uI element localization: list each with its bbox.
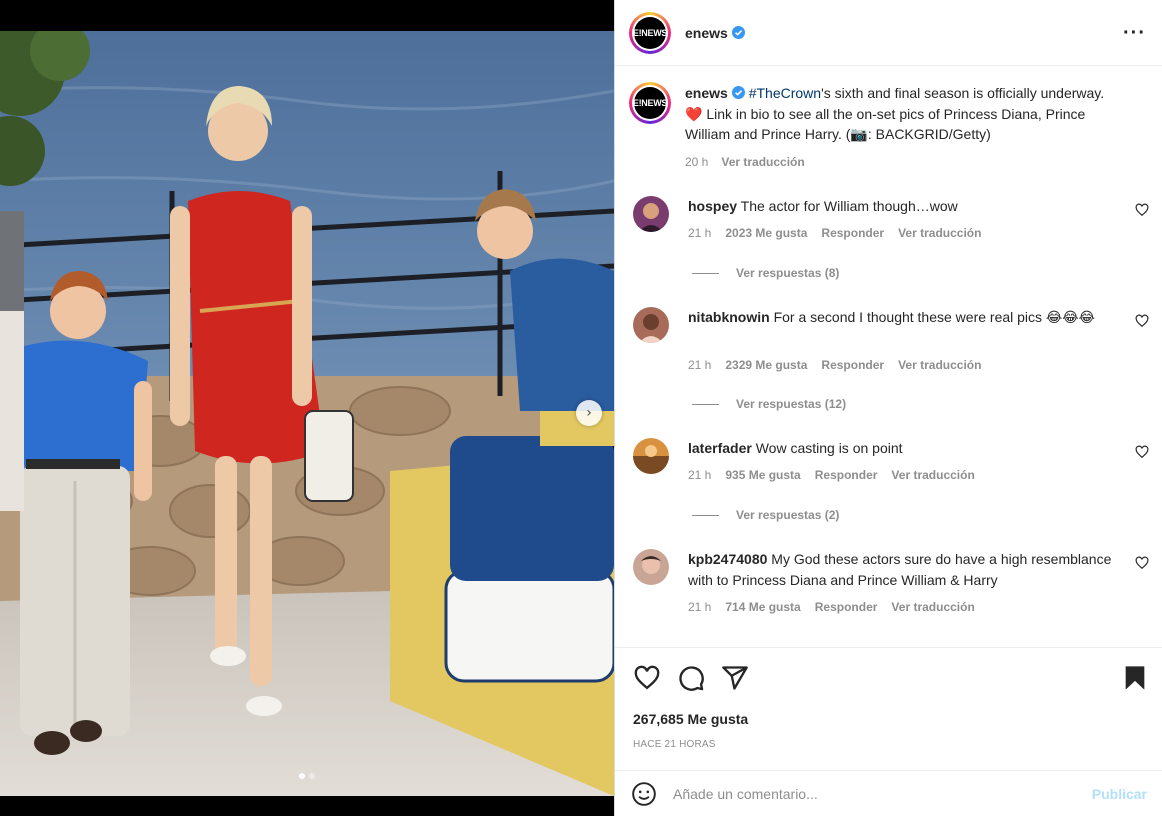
comment-like-heart-icon[interactable] [1135,203,1149,217]
translate-link[interactable]: Ver traducción [898,358,981,372]
comment-time: 21 h [688,226,712,240]
translate-link[interactable]: Ver traducción [898,226,981,240]
add-comment-bar: Publicar [615,770,1162,816]
commenter-avatar[interactable] [633,307,669,343]
comment-text: Wow casting is on point [755,440,903,456]
view-replies-label: Ver respuestas (2) [736,508,840,522]
publish-button[interactable]: Publicar [1092,786,1147,802]
caption-meta: 20 h Ver traducción [685,155,1115,169]
reply-button[interactable]: Responder [821,358,884,372]
verified-badge-icon [731,26,745,39]
carousel-dot [309,773,315,779]
comment-text-block: kpb2474080 My God these actors sure do h… [688,549,1128,590]
caption-text-block: enews #TheCrown's sixth and final season… [685,82,1115,145]
post-timestamp: HACE 21 HORAS [633,739,716,750]
carousel-next-button[interactable]: › [576,400,602,426]
caption-username[interactable]: enews [685,85,728,101]
commenter-avatar[interactable] [633,438,669,474]
caption-avatar[interactable]: E!NEWS [629,82,671,124]
caption-hashtag[interactable]: #TheCrown [749,85,821,101]
comment-meta: 21 h 714 Me gusta Responder Ver traducci… [688,600,975,614]
post-photo[interactable] [0,31,614,796]
commenter-avatar[interactable] [633,196,669,232]
account-username[interactable]: enews [685,25,728,41]
reply-button[interactable]: Responder [815,468,878,482]
comment-time: 21 h [688,600,712,614]
comments-section: E!NEWS enews #TheCrown's sixth and final… [615,66,1162,647]
comment-like-heart-icon[interactable] [1135,556,1149,570]
carousel-indicator [0,773,614,779]
carousel-dot-active [299,773,305,779]
enews-logo: E!NEWS [633,16,667,49]
comment-icon[interactable] [677,664,705,692]
comment-input[interactable] [673,785,1073,802]
translate-link[interactable]: Ver traducción [891,600,974,614]
commenter-username[interactable]: hospey [688,198,737,214]
comment-likes[interactable]: 2329 Me gusta [725,358,807,372]
comment-likes[interactable]: 714 Me gusta [725,600,800,614]
emoji-icon[interactable] [631,781,657,807]
reply-button[interactable]: Responder [821,226,884,240]
comment-like-heart-icon[interactable] [1135,445,1149,459]
view-replies-button[interactable]: Ver respuestas (2) [692,508,839,522]
verified-badge-icon [731,86,745,99]
post-actions: 267,685 Me gusta HACE 21 HORAS [615,647,1162,770]
commenter-username[interactable]: laterfader [688,440,752,456]
commenter-avatar[interactable] [633,549,669,585]
comment-likes[interactable]: 2023 Me gusta [725,226,807,240]
enews-logo: E!NEWS [633,87,667,119]
comment-time: 21 h [688,468,712,482]
replies-divider-line [692,272,719,274]
view-replies-label: Ver respuestas (12) [736,397,847,411]
view-replies-button[interactable]: Ver respuestas (12) [692,397,846,411]
comment-meta: 21 h 2329 Me gusta Responder Ver traducc… [688,358,981,372]
more-options-button[interactable]: ··· [1123,23,1146,43]
post-caption: E!NEWS enews #TheCrown's sixth and final… [615,66,1162,169]
comment-text: For a second I thought these were real p… [773,309,1096,325]
likes-count[interactable]: 267,685 Me gusta [633,711,748,727]
share-icon[interactable] [721,664,749,692]
caption-translate-link[interactable]: Ver traducción [721,155,804,169]
comment-meta: 21 h 2023 Me gusta Responder Ver traducc… [688,226,981,240]
comment-text-block: laterfader Wow casting is on point [688,438,1128,459]
photo-illustration [0,31,614,796]
post-media: › [0,0,614,816]
bookmark-icon[interactable] [1121,664,1149,692]
account-avatar[interactable]: E!NEWS [629,11,671,54]
view-replies-label: Ver respuestas (8) [736,266,840,280]
replies-divider-line [692,403,719,405]
commenter-username[interactable]: kpb2474080 [688,551,767,567]
comment-meta: 21 h 935 Me gusta Responder Ver traducci… [688,468,975,482]
caption-time: 20 h [685,154,709,169]
post-header: E!NEWS enews ··· [615,0,1162,66]
comment-like-heart-icon[interactable] [1135,314,1149,328]
comment-text-block: nitabknowin For a second I thought these… [688,307,1128,328]
view-replies-button[interactable]: Ver respuestas (8) [692,266,839,280]
replies-divider-line [692,514,719,516]
comment-likes[interactable]: 935 Me gusta [725,468,800,482]
reply-button[interactable]: Responder [815,600,878,614]
comment-text-block: hospey The actor for William though…wow [688,196,1128,217]
comment-time: 21 h [688,358,712,372]
chevron-right-icon: › [586,405,592,421]
comment-text: The actor for William though…wow [740,198,958,214]
heart-icon[interactable] [633,664,661,692]
translate-link[interactable]: Ver traducción [891,468,974,482]
commenter-username[interactable]: nitabknowin [688,309,770,325]
post-side-panel: E!NEWS enews ··· E!NEWS enews #TheCrown'… [614,0,1162,816]
